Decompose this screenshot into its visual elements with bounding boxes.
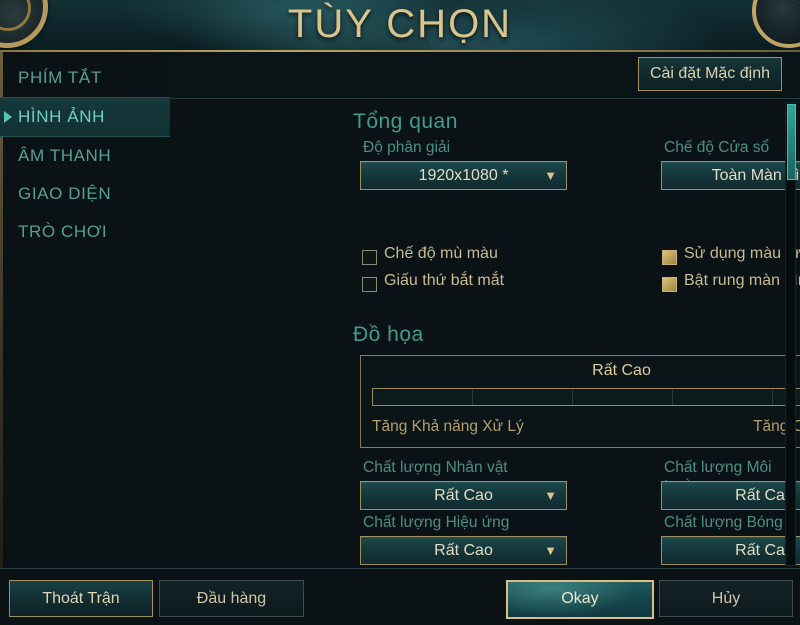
options-window: TÙY CHỌN ✕ PHÍM TẮT HÌNH ẢNH ÂM THANH	[0, 0, 800, 625]
surrender-button[interactable]: Đầu hàng	[159, 580, 304, 617]
graphics-quality-slider[interactable]	[372, 388, 800, 406]
graphics-quality-panel: Rất Cao Tăng Khả năng Xử Lý Tăng Chất lư…	[360, 355, 800, 448]
chevron-down-icon: ▼	[544, 488, 557, 503]
window-mode-label: Chế độ Cửa sổ	[664, 139, 770, 156]
effects-quality-dropdown[interactable]: Rất Cao ▼	[360, 536, 567, 565]
sidebar-item-video[interactable]: HÌNH ẢNH	[0, 97, 170, 137]
resolution-value: 1920x1080 *	[418, 167, 509, 184]
character-quality-dropdown[interactable]: Rất Cao ▼	[360, 481, 567, 510]
graphics-slider-value: Rất Cao	[592, 362, 651, 379]
checkbox-label: Sử dụng màu tương ứng đội	[684, 245, 800, 262]
checkbox-box-icon	[662, 250, 677, 265]
resolution-label: Độ phân giải	[363, 139, 451, 156]
sidebar-item-label: GIAO DIỆN	[18, 184, 112, 203]
restore-defaults-button[interactable]: Cài đặt Mặc định	[637, 57, 782, 91]
sidebar-item-label: ÂM THANH	[18, 146, 112, 165]
selection-arrow-icon	[4, 111, 12, 123]
settings-scrollbar[interactable]	[785, 102, 796, 566]
sidebar-item-label: TRÒ CHƠI	[18, 222, 108, 241]
shadow-quality-label: Chất lượng Bóng	[664, 514, 783, 531]
sidebar-item-label: HÌNH ẢNH	[18, 107, 105, 126]
checkbox-label: Giấu thứ bắt mắt	[384, 272, 505, 289]
slider-tick	[572, 389, 573, 405]
window-title: TÙY CHỌN	[287, 2, 513, 46]
cancel-button[interactable]: Hủy	[659, 580, 793, 617]
okay-button[interactable]: Okay	[506, 580, 654, 619]
environment-quality-dropdown[interactable]: Rất Cao ▼	[661, 481, 800, 510]
window-mode-dropdown[interactable]: Toàn Màn hình ▼	[661, 161, 800, 190]
section-title-graphics: Đồ họa	[353, 323, 424, 346]
title-bar: TÙY CHỌN ✕	[0, 0, 800, 52]
slider-left-label: Tăng Khả năng Xử Lý	[372, 418, 524, 435]
content-panel: Cài đặt Mặc định Tổng quan Độ phân giải …	[170, 52, 800, 568]
window-body: PHÍM TẮT HÌNH ẢNH ÂM THANH GIAO DIỆN TRÒ…	[0, 52, 800, 568]
resolution-dropdown[interactable]: 1920x1080 * ▼	[360, 161, 567, 190]
chevron-down-icon: ▼	[544, 168, 557, 183]
section-title-overview: Tổng quan	[353, 110, 458, 133]
footer-bar: Thoát Trận Đầu hàng Okay Hủy	[0, 568, 800, 625]
character-quality-label: Chất lượng Nhân vật	[363, 459, 508, 476]
character-quality-value: Rất Cao	[434, 487, 493, 504]
slider-tick	[472, 389, 473, 405]
chevron-down-icon: ▼	[544, 543, 557, 558]
checkbox-box-icon	[362, 277, 377, 292]
sidebar-item-label: PHÍM TẮT	[18, 68, 102, 87]
checkbox-label: Chế độ mù màu	[384, 245, 498, 262]
settings-scroll-area: Tổng quan Độ phân giải 1920x1080 * ▼ Chế…	[170, 99, 800, 568]
checkbox-box-icon	[362, 250, 377, 265]
sidebar-item-game[interactable]: TRÒ CHƠI	[0, 213, 170, 251]
sidebar-item-hotkeys[interactable]: PHÍM TẮT	[0, 59, 170, 97]
content-toolbar: Cài đặt Mặc định	[170, 52, 800, 99]
sidebar-item-interface[interactable]: GIAO DIỆN	[0, 175, 170, 213]
sidebar-item-audio[interactable]: ÂM THANH	[0, 137, 170, 175]
sidebar: PHÍM TẮT HÌNH ẢNH ÂM THANH GIAO DIỆN TRÒ…	[0, 52, 171, 568]
effects-quality-label: Chất lượng Hiệu ứng	[363, 514, 510, 531]
exit-match-button[interactable]: Thoát Trận	[9, 580, 153, 617]
slider-tick	[672, 389, 673, 405]
scrollbar-thumb[interactable]	[787, 104, 796, 180]
checkbox-label: Bật rung màn hình	[684, 272, 800, 289]
effects-quality-value: Rất Cao	[434, 542, 493, 559]
checkbox-box-icon	[662, 277, 677, 292]
shadow-quality-dropdown[interactable]: Rất Cao ▼	[661, 536, 800, 565]
slider-tick	[772, 389, 773, 405]
